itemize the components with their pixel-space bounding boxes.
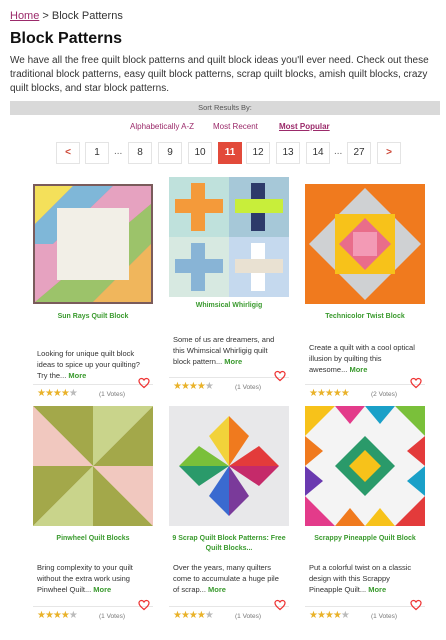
quilt-block-image[interactable] [305, 406, 425, 526]
page-button[interactable]: 12 [246, 142, 270, 164]
pattern-card[interactable]: Pinwheel Quilt Blocks Bring complexity t… [33, 406, 153, 623]
star-rating: ★★★★★ [173, 381, 214, 392]
divider [169, 377, 289, 378]
pattern-card[interactable]: Scrappy Pineapple Quilt Block Put a colo… [305, 406, 425, 623]
pattern-title[interactable]: Sun Rays Quilt Block [33, 312, 153, 322]
star-icon: ★ [340, 610, 350, 621]
star-rating: ★★★★★ [37, 610, 78, 621]
page-button[interactable]: 9 [158, 142, 182, 164]
page-button[interactable]: 8 [128, 142, 152, 164]
star-icon: ★ [68, 610, 78, 621]
pattern-description: Some of us are dreamers, and this Whimsi… [173, 335, 275, 366]
heart-icon[interactable] [410, 377, 422, 389]
vote-count: (2 Votes) [371, 391, 398, 398]
star-icon: ★ [204, 610, 214, 621]
quilt-block-image[interactable] [169, 406, 289, 526]
sort-most-popular-link[interactable]: Most Popular [279, 122, 330, 131]
star-rating: ★★★★★ [309, 388, 350, 399]
pattern-card[interactable]: Whimsical Whirligig Some of us are dream… [169, 177, 289, 394]
sort-alphabetical-link[interactable]: Alphabetically A-Z [130, 122, 194, 131]
star-rating: ★★★★★ [173, 610, 214, 621]
pattern-title[interactable]: Whimsical Whirligig [169, 301, 289, 311]
pattern-card[interactable]: 9 Scrap Quilt Block Patterns: Free Quilt… [169, 406, 289, 623]
pagination: < 1 ... 8 9 10 11 12 13 14 ... 27 > [0, 142, 446, 166]
pattern-title[interactable]: Technicolor Twist Block [305, 312, 425, 322]
more-link[interactable]: More [368, 585, 386, 594]
pattern-title[interactable]: Scrappy Pineapple Quilt Block [305, 534, 425, 544]
divider [305, 384, 425, 385]
pattern-description: Over the years, many quilters come to ac… [173, 563, 279, 594]
star-icon: ★★★★ [173, 381, 206, 392]
star-icon: ★★★★ [309, 610, 342, 621]
breadcrumb-home-link[interactable]: Home [10, 10, 39, 22]
star-rating: ★★★★★ [37, 388, 78, 399]
star-icon: ★ [204, 381, 214, 392]
star-icon: ★★★★★ [309, 388, 350, 399]
star-icon: ★★★★ [37, 388, 70, 399]
divider [33, 606, 153, 607]
more-link[interactable]: More [208, 585, 226, 594]
heart-icon[interactable] [274, 599, 286, 611]
quilt-block-image[interactable] [33, 406, 153, 526]
divider [33, 384, 153, 385]
page-button[interactable]: 13 [276, 142, 300, 164]
heart-icon[interactable] [138, 377, 150, 389]
heart-icon[interactable] [274, 370, 286, 382]
vote-count: (1 Votes) [371, 613, 398, 620]
vote-count: (1 Votes) [99, 391, 126, 398]
page-title: Block Patterns [10, 30, 123, 47]
pagination-ellipsis: ... [114, 146, 123, 157]
heart-icon[interactable] [410, 599, 422, 611]
more-link[interactable]: More [224, 357, 242, 366]
star-icon: ★★★★ [173, 610, 206, 621]
more-link[interactable]: More [93, 585, 111, 594]
pattern-description: Create a quilt with a cool optical illus… [309, 343, 415, 374]
sort-results-label: Sort Results By: [10, 101, 440, 115]
quilt-block-image[interactable] [169, 177, 289, 297]
pattern-title[interactable]: 9 Scrap Quilt Block Patterns: Free Quilt… [169, 534, 289, 554]
breadcrumb-separator: > [42, 10, 49, 22]
page-button[interactable]: 14 [306, 142, 330, 164]
star-icon: ★ [68, 388, 78, 399]
divider [305, 606, 425, 607]
vote-count: (1 Votes) [99, 613, 126, 620]
more-link[interactable]: More [349, 365, 367, 374]
divider [169, 606, 289, 607]
intro-text: We have all the free quilt block pattern… [10, 55, 429, 94]
pattern-title[interactable]: Pinwheel Quilt Blocks [33, 534, 153, 544]
vote-count: (1 Votes) [235, 613, 262, 620]
quilt-block-image[interactable] [305, 184, 425, 304]
vote-count: (1 Votes) [235, 384, 262, 391]
sort-most-recent-link[interactable]: Most Recent [213, 122, 258, 131]
pattern-card[interactable]: Sun Rays Quilt Block Looking for unique … [33, 184, 153, 401]
heart-icon[interactable] [138, 599, 150, 611]
pattern-description: Put a colorful twist on a classic design… [309, 563, 412, 594]
star-icon: ★★★★ [37, 610, 70, 621]
page-button[interactable]: 27 [347, 142, 371, 164]
page-button[interactable]: 1 [85, 142, 109, 164]
pattern-description: Looking for unique quilt block ideas to … [37, 349, 140, 380]
more-link[interactable]: More [68, 371, 86, 380]
pattern-description: Bring complexity to your quilt without t… [37, 563, 133, 594]
star-rating: ★★★★★ [309, 610, 350, 621]
current-page-button[interactable]: 11 [218, 142, 242, 164]
prev-page-button[interactable]: < [56, 142, 80, 164]
breadcrumb: Home > Block Patterns [10, 10, 123, 22]
sort-options: Alphabetically A-Z Most Recent Most Popu… [10, 122, 440, 134]
breadcrumb-current: Block Patterns [51, 10, 123, 22]
next-page-button[interactable]: > [377, 142, 401, 164]
pagination-ellipsis: ... [334, 146, 343, 157]
page-button[interactable]: 10 [188, 142, 212, 164]
pattern-card[interactable]: Technicolor Twist Block Create a quilt w… [305, 184, 425, 401]
quilt-block-image[interactable] [33, 184, 153, 304]
